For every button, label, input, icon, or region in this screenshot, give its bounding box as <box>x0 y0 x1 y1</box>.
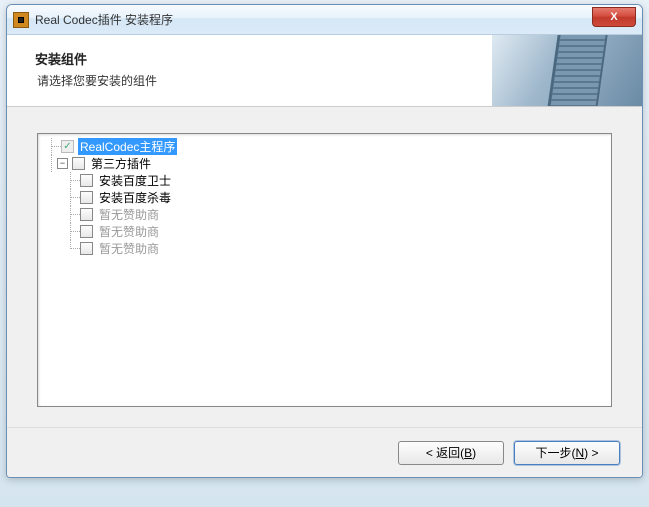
wizard-footer: < 返回(B) 下一步(N) > <box>7 427 642 477</box>
node-label-realcodec[interactable]: RealCodec主程序 <box>78 138 177 155</box>
tree-node-child[interactable]: 安装百度杀毒 <box>42 189 607 206</box>
component-tree[interactable]: ✓ RealCodec主程序 − 第三方插件 安装百度卫士 <box>37 133 612 407</box>
checkbox-thirdparty[interactable] <box>72 157 85 170</box>
node-label-child-1[interactable]: 安装百度杀毒 <box>97 189 173 206</box>
checkbox-child-1[interactable] <box>80 191 93 204</box>
expander-thirdparty[interactable]: − <box>57 158 68 169</box>
header-banner-image <box>492 35 642 107</box>
back-button[interactable]: < 返回(B) <box>398 441 504 465</box>
installer-window: Real Codec插件 安装程序 X 安装组件 请选择您要安装的组件 ✓ Re… <box>6 4 643 478</box>
window-title: Real Codec插件 安装程序 <box>35 11 173 28</box>
tree-node-group[interactable]: − 第三方插件 <box>42 155 607 172</box>
checkbox-child-3[interactable] <box>80 225 93 238</box>
wizard-header: 安装组件 请选择您要安装的组件 <box>7 35 642 107</box>
checkbox-child-2[interactable] <box>80 208 93 221</box>
wizard-body: ✓ RealCodec主程序 − 第三方插件 安装百度卫士 <box>7 107 642 427</box>
close-icon: X <box>610 11 617 23</box>
checkbox-child-4[interactable] <box>80 242 93 255</box>
checkbox-realcodec: ✓ <box>61 140 74 153</box>
tree-node-child[interactable]: 暂无赞助商 <box>42 240 607 257</box>
titlebar[interactable]: Real Codec插件 安装程序 X <box>7 5 642 35</box>
building-graphic <box>545 35 609 107</box>
tree-node-root[interactable]: ✓ RealCodec主程序 <box>42 138 607 155</box>
close-button[interactable]: X <box>592 7 636 27</box>
node-label-child-0[interactable]: 安装百度卫士 <box>97 172 173 189</box>
node-label-child-4[interactable]: 暂无赞助商 <box>97 240 161 257</box>
tree-node-child[interactable]: 安装百度卫士 <box>42 172 607 189</box>
next-button[interactable]: 下一步(N) > <box>514 441 620 465</box>
checkbox-child-0[interactable] <box>80 174 93 187</box>
tree-node-child[interactable]: 暂无赞助商 <box>42 206 607 223</box>
node-label-child-2[interactable]: 暂无赞助商 <box>97 206 161 223</box>
node-label-child-3[interactable]: 暂无赞助商 <box>97 223 161 240</box>
tree-node-child[interactable]: 暂无赞助商 <box>42 223 607 240</box>
app-icon <box>13 12 29 28</box>
node-label-thirdparty[interactable]: 第三方插件 <box>89 155 153 172</box>
